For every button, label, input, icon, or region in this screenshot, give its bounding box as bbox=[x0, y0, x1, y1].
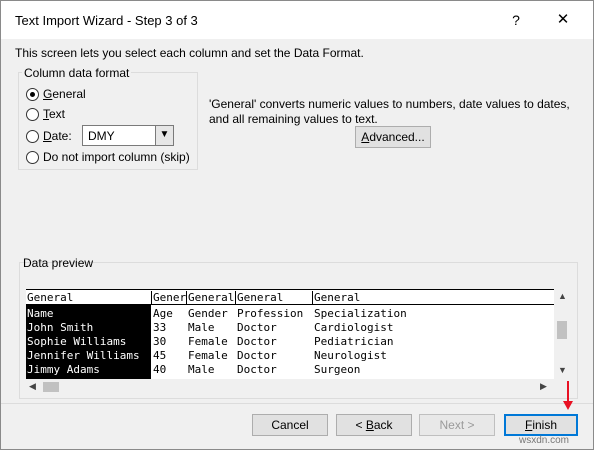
table-cell: 33 bbox=[153, 321, 167, 334]
title-bar: Text Import Wizard - Step 3 of 3 ? ✕ bbox=[1, 1, 593, 39]
horizontal-scroll-thumb[interactable] bbox=[43, 382, 59, 392]
table-cell: 45 bbox=[153, 349, 167, 362]
table-cell: 30 bbox=[153, 335, 167, 348]
chevron-down-icon[interactable]: ▼ bbox=[155, 126, 173, 145]
table-cell: Neurologist bbox=[314, 349, 387, 362]
radio-text-indicator[interactable] bbox=[26, 107, 39, 121]
vertical-scroll-thumb[interactable] bbox=[557, 321, 567, 339]
column-data-format-legend: Column data format bbox=[22, 66, 132, 80]
format-description: 'General' converts numeric values to num… bbox=[209, 97, 570, 126]
table-cell: Surgeon bbox=[314, 363, 361, 376]
grid-header: General Gener General General General bbox=[26, 289, 554, 305]
table-cell: 40 bbox=[153, 363, 167, 376]
radio-date-label: Date: bbox=[43, 129, 72, 143]
column-header[interactable]: General bbox=[187, 291, 236, 305]
table-cell: Gender bbox=[188, 307, 228, 320]
date-format-select[interactable]: DMY ▼ bbox=[82, 125, 174, 146]
scroll-right-icon[interactable]: ▶ bbox=[540, 381, 547, 392]
table-cell: Doctor bbox=[237, 349, 277, 362]
table-cell: Name bbox=[27, 307, 54, 320]
finish-button[interactable]: Finish bbox=[504, 414, 578, 436]
table-cell: Female bbox=[188, 349, 228, 362]
radio-date[interactable]: Date: bbox=[26, 128, 72, 144]
table-cell: Male bbox=[188, 321, 215, 334]
dialog-title: Text Import Wizard - Step 3 of 3 bbox=[15, 13, 198, 28]
button-area-divider bbox=[1, 403, 593, 404]
table-cell: Female bbox=[188, 335, 228, 348]
table-cell: Doctor bbox=[237, 363, 277, 376]
table-cell: Jennifer Williams bbox=[27, 349, 140, 362]
preview-vertical-scrollbar[interactable]: ▲ ▼ bbox=[554, 289, 570, 379]
table-cell: Jimmy Adams bbox=[27, 363, 100, 376]
table-cell: Pediatrician bbox=[314, 335, 394, 348]
table-cell: Cardiologist bbox=[314, 321, 394, 334]
table-cell: John Smith bbox=[27, 321, 94, 334]
help-button[interactable]: ? bbox=[499, 7, 533, 33]
cancel-button[interactable]: Cancel bbox=[252, 414, 328, 436]
table-cell: Doctor bbox=[237, 335, 277, 348]
radio-general[interactable]: General bbox=[26, 86, 86, 102]
column-header[interactable]: General bbox=[26, 291, 152, 305]
column-header[interactable]: Gener bbox=[152, 291, 187, 305]
radio-general-indicator[interactable] bbox=[26, 87, 39, 101]
text-import-wizard-dialog: Text Import Wizard - Step 3 of 3 ? ✕ Thi… bbox=[0, 0, 594, 450]
radio-skip-indicator[interactable] bbox=[26, 150, 39, 164]
table-cell: Age bbox=[153, 307, 173, 320]
intro-text: This screen lets you select each column … bbox=[15, 46, 364, 60]
scroll-left-icon[interactable]: ◀ bbox=[29, 381, 36, 392]
data-preview-grid[interactable]: General Gener General General General Na… bbox=[26, 289, 554, 379]
table-cell: Sophie Williams bbox=[27, 335, 127, 348]
radio-skip[interactable]: Do not import column (skip) bbox=[26, 149, 190, 165]
scroll-up-icon[interactable]: ▲ bbox=[558, 291, 567, 301]
radio-skip-label: Do not import column (skip) bbox=[43, 150, 190, 164]
scroll-down-icon[interactable]: ▼ bbox=[558, 365, 567, 375]
radio-text-label: Text bbox=[43, 107, 66, 121]
close-button[interactable]: ✕ bbox=[543, 7, 583, 33]
annotation-arrow-icon bbox=[563, 381, 573, 410]
table-cell: Male bbox=[188, 363, 215, 376]
back-button[interactable]: < Back bbox=[336, 414, 412, 436]
radio-text[interactable]: Text bbox=[26, 106, 65, 122]
table-cell: Doctor bbox=[237, 321, 277, 334]
next-button[interactable]: Next > bbox=[419, 414, 495, 436]
watermark: wsxdn.com bbox=[519, 435, 570, 446]
table-cell: Specialization bbox=[314, 307, 407, 320]
preview-horizontal-scrollbar[interactable]: ◀ ▶ bbox=[26, 379, 554, 395]
data-preview-legend: Data preview bbox=[23, 256, 94, 270]
radio-general-label: General bbox=[43, 87, 86, 101]
advanced-button[interactable]: Advanced... bbox=[355, 126, 431, 148]
date-format-value: DMY bbox=[88, 129, 115, 143]
table-cell: Profession bbox=[237, 307, 304, 320]
column-header[interactable]: General bbox=[313, 291, 554, 305]
radio-date-indicator[interactable] bbox=[26, 129, 39, 143]
column-header[interactable]: General bbox=[236, 291, 313, 305]
